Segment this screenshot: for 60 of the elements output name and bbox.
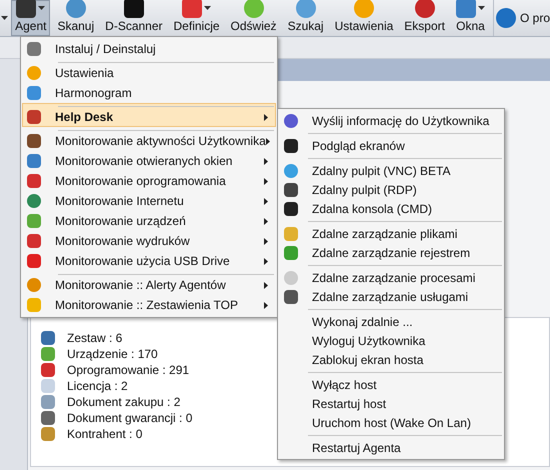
- stat-label: Zestaw : 6: [67, 330, 122, 346]
- stat-label: Urządzenie : 170: [67, 346, 158, 362]
- menu-item[interactable]: Zdalne zarządzanie usługami: [278, 287, 504, 306]
- menu-item[interactable]: Harmonogram: [22, 83, 276, 103]
- submenu-arrow-icon: [264, 198, 268, 204]
- menu-item[interactable]: Uruchom host (Wake On Lan): [278, 413, 504, 432]
- menu-item[interactable]: Monitorowanie oprogramowania: [22, 171, 276, 191]
- menu-item[interactable]: Monitorowanie użycia USB Drive: [22, 251, 276, 271]
- toolbar-button[interactable]: Okna: [452, 0, 489, 36]
- stat-label: Dokument zakupu : 2: [67, 394, 180, 410]
- toolbar-button[interactable]: Agent: [11, 0, 50, 36]
- submenu-arrow-icon: [264, 178, 268, 184]
- submenu-arrow-icon: [264, 258, 268, 264]
- menu-item[interactable]: Zdalna konsola (CMD): [278, 199, 504, 218]
- menu-item[interactable]: Wyłącz host: [278, 369, 504, 394]
- about-button[interactable]: O pro: [492, 0, 550, 36]
- submenu-arrow-icon: [264, 114, 268, 120]
- toolbar-button[interactable]: Eksport: [400, 0, 449, 36]
- menu-item[interactable]: Monitorowanie urządzeń: [22, 211, 276, 231]
- submenu-arrow-icon: [264, 238, 268, 244]
- menu-item[interactable]: Wykonaj zdalnie ...: [278, 306, 504, 331]
- menu-item[interactable]: Wyślij informację do Użytkownika: [278, 111, 504, 130]
- menu-item[interactable]: Podgląd ekranów: [278, 130, 504, 155]
- toolbar-button[interactable]: D-Scanner: [101, 0, 167, 36]
- menu-item[interactable]: Monitorowanie wydruków: [22, 231, 276, 251]
- menu-item[interactable]: Monitorowanie otwieranych okien: [22, 151, 276, 171]
- toolbar-button[interactable]: Definicje: [170, 0, 224, 36]
- toolbar-button[interactable]: Szukaj: [284, 0, 328, 36]
- menu-item[interactable]: Restartuj host: [278, 394, 504, 413]
- caret-icon: [478, 6, 485, 10]
- stat-label: Dokument gwarancji : 0: [67, 410, 192, 426]
- submenu-arrow-icon: [264, 218, 268, 224]
- stat-label: Licencja : 2: [67, 378, 128, 394]
- stat-label: Oprogramowanie : 291: [67, 362, 190, 378]
- caret-icon: [204, 6, 212, 10]
- menu-item[interactable]: Zdalny pulpit (RDP): [278, 180, 504, 199]
- toolbar-button[interactable]: Odśwież: [226, 0, 281, 36]
- submenu-arrow-icon: [264, 302, 268, 308]
- stat-label: Kontrahent : 0: [67, 426, 142, 442]
- menu-item[interactable]: Zdalne zarządzanie plikami: [278, 218, 504, 243]
- menu-item[interactable]: Monitorowanie :: Alerty Agentów: [22, 271, 276, 295]
- menu-item[interactable]: Zdalne zarządzanie rejestrem: [278, 243, 504, 262]
- menu-item[interactable]: Wyloguj Użytkownika: [278, 331, 504, 350]
- submenu-arrow-icon: [266, 138, 270, 144]
- menu-item[interactable]: Zablokuj ekran hosta: [278, 350, 504, 369]
- menu-item[interactable]: Zdalny pulpit (VNC) BETA: [278, 155, 504, 180]
- menu-item[interactable]: Instaluj / Deinstaluj: [22, 39, 276, 59]
- toolbar-button[interactable]: Ustawienia: [330, 0, 398, 36]
- submenu-arrow-icon: [264, 282, 268, 288]
- menu-item[interactable]: Restartuj Agenta: [278, 432, 504, 457]
- menu-item[interactable]: Ustawienia: [22, 59, 276, 83]
- submenu-arrow-icon: [264, 158, 268, 164]
- toolbar-button[interactable]: Skanuj: [53, 0, 98, 36]
- caret-icon: [0, 16, 8, 20]
- menu-item[interactable]: Monitorowanie :: Zestawienia TOP: [22, 295, 276, 315]
- caret-icon: [38, 6, 46, 10]
- menu-item[interactable]: Zdalne zarządzanie procesami: [278, 262, 504, 287]
- menu-item[interactable]: Monitorowanie Internetu: [22, 191, 276, 211]
- menu-item[interactable]: Help Desk: [22, 103, 276, 127]
- menu-item[interactable]: Monitorowanie aktywności Użytkownika: [22, 127, 276, 151]
